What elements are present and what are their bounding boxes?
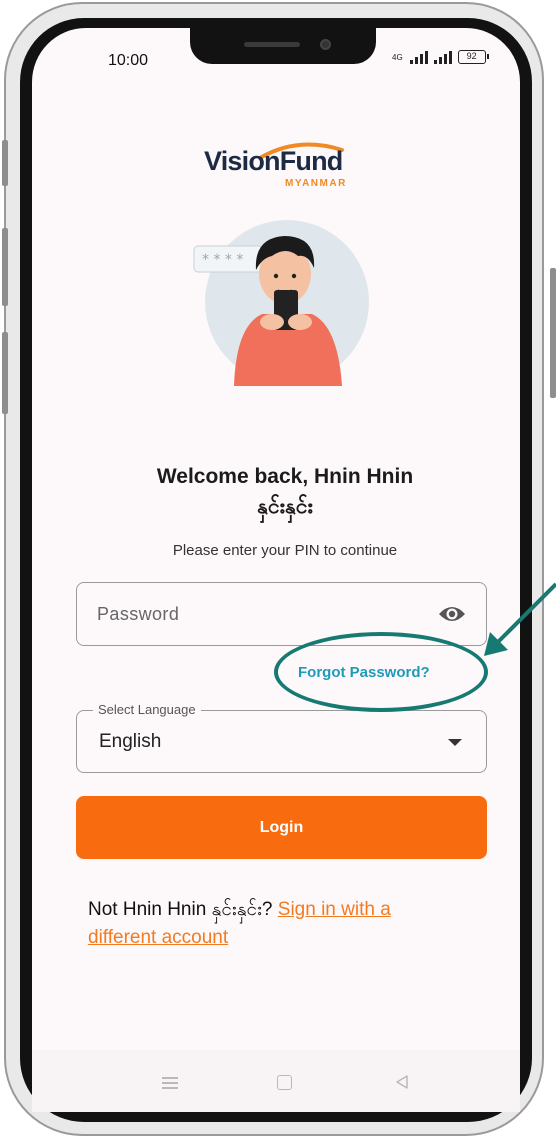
svg-text:* * * *: * * * * <box>202 252 243 268</box>
password-input[interactable] <box>97 603 438 625</box>
screenshot: 10:00 4G 92 VisionFund MYANMAR * * * * W… <box>0 0 556 1140</box>
back-icon[interactable] <box>394 1074 410 1090</box>
dropdown-caret-icon <box>448 739 462 746</box>
welcome-name-mm: နှင်းနှင်း <box>257 495 313 518</box>
volume-down-button <box>2 332 8 414</box>
android-nav-bar <box>32 1050 520 1112</box>
language-select-label: Select Language <box>93 702 201 717</box>
switch-account-text: Not Hnin Hnin နှင်းနှင်း? Sign in with a… <box>88 896 398 952</box>
welcome-title: Welcome back, Hnin Hnin <box>156 465 414 488</box>
language-select-value: English <box>99 731 162 752</box>
highlight-arrow-icon <box>484 582 556 656</box>
home-icon[interactable] <box>277 1075 292 1090</box>
signal-icon-2 <box>433 50 452 64</box>
status-time: 10:00 <box>108 52 149 69</box>
silent-switch <box>2 140 8 186</box>
front-camera <box>320 39 331 50</box>
signal-icon <box>409 50 428 64</box>
battery-icon: 92 <box>457 50 489 64</box>
login-button[interactable]: Login <box>76 796 487 859</box>
volume-up-button <box>2 228 8 306</box>
visionfund-logo: VisionFund MYANMAR <box>200 138 370 192</box>
switch-account-prefix: Not Hnin Hnin နှင်းနှင်း? <box>88 899 278 920</box>
language-select[interactable]: Select Language English <box>76 702 487 773</box>
status-icons: 4G 92 <box>392 50 489 64</box>
network-type: 4G <box>392 52 403 62</box>
welcome-heading: Welcome back, Hnin Hnin နှင်းနှင်း <box>60 462 510 522</box>
logo-wordmark: VisionFund <box>204 146 343 176</box>
pin-instruction: Please enter your PIN to continue <box>172 542 398 559</box>
battery-level: 92 <box>466 51 477 61</box>
logo-region: MYANMAR <box>285 178 347 189</box>
eye-icon[interactable] <box>438 604 466 624</box>
highlight-ring <box>274 632 488 712</box>
menu-icon[interactable] <box>162 1077 178 1089</box>
speaker <box>244 42 300 47</box>
user-pin-illustration: * * * * <box>193 220 369 386</box>
power-button <box>550 268 556 398</box>
notch <box>190 28 376 64</box>
